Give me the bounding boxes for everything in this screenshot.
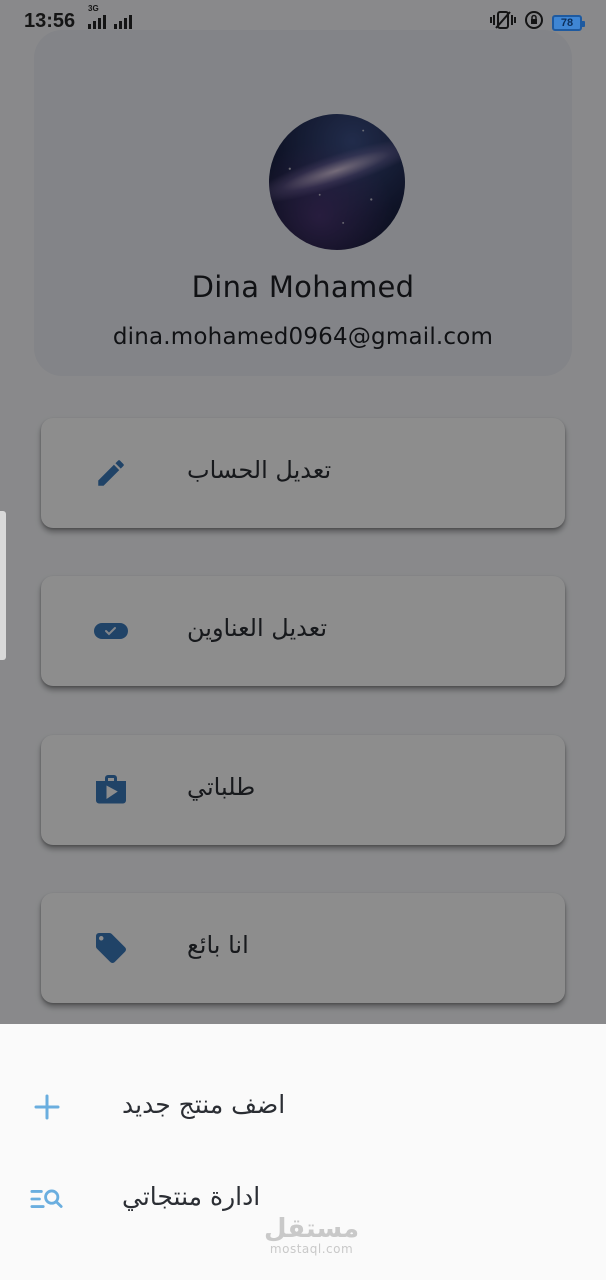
manage-search-icon [30, 1182, 64, 1216]
watermark-latin: mostaql.com [269, 1242, 354, 1256]
rotation-lock-icon [524, 10, 544, 35]
status-time: 13:56 [24, 10, 76, 32]
sheet-item-label: ادارة منتجاتي [122, 1182, 261, 1211]
status-bar: 13:56 3G 78 [0, 0, 606, 44]
watermark-arabic: مستقل [264, 1214, 360, 1244]
signal-icon [114, 13, 136, 34]
signal-icon [88, 13, 110, 34]
plus-icon [30, 1090, 64, 1124]
sheet-item-label: اضف منتج جديد [122, 1090, 286, 1119]
edge-swipe-handle[interactable] [0, 511, 6, 660]
vibrate-icon [490, 10, 516, 35]
watermark: مستقل mostaql.com [264, 1216, 359, 1256]
network-type: 3G [88, 4, 99, 13]
battery-icon: 78 [552, 14, 585, 31]
add-new-product-option[interactable]: اضف منتج جديد [0, 1066, 606, 1146]
